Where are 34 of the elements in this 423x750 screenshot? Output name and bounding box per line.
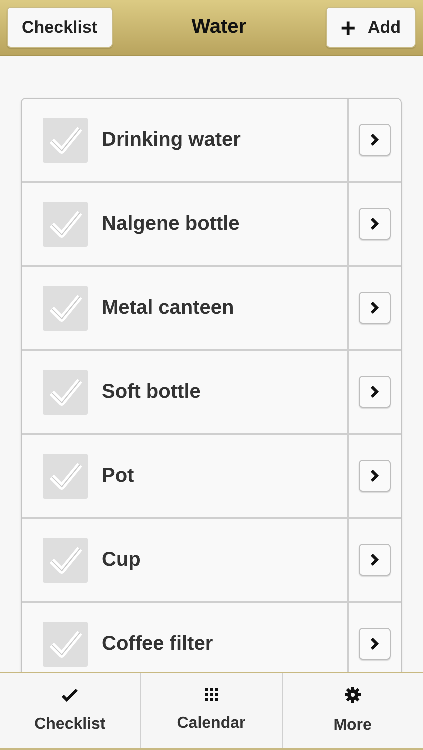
chevron-icon (370, 638, 380, 650)
chevron-icon (370, 386, 380, 398)
back-button[interactable]: Checklist (7, 7, 113, 48)
detail-button[interactable] (359, 376, 391, 408)
detail-button[interactable] (359, 628, 391, 660)
checkbox[interactable] (43, 622, 88, 666)
checkbox[interactable] (43, 202, 88, 246)
gear-icon (344, 686, 361, 702)
grid-icon (204, 688, 218, 701)
detail-button[interactable] (359, 544, 391, 576)
checkbox[interactable] (43, 286, 88, 330)
item-label: Coffee filter (102, 632, 214, 656)
detail-button[interactable] (359, 208, 391, 240)
chevron-icon (370, 218, 380, 230)
checkbox[interactable] (43, 370, 88, 414)
chevron-icon (370, 134, 380, 146)
screen-title: Water (192, 16, 247, 39)
item-label: Soft bottle (102, 380, 201, 404)
item-label: Cup (102, 548, 141, 572)
chevron-icon (370, 470, 380, 482)
checkbox[interactable] (43, 118, 88, 162)
item-label: Nalgene bottle (102, 212, 240, 236)
checkbox[interactable] (43, 454, 88, 498)
detail-button[interactable] (359, 460, 391, 492)
chevron-icon (370, 302, 380, 314)
item-label: Pot (102, 464, 134, 488)
checkbox[interactable] (43, 538, 88, 582)
add-button[interactable]: + Add (326, 7, 416, 48)
checkmark-icon (62, 688, 78, 702)
item-label: Metal canteen (102, 296, 234, 320)
detail-button[interactable] (359, 124, 391, 156)
item-label: Drinking water (102, 128, 241, 152)
detail-button[interactable] (359, 292, 391, 324)
chevron-icon (370, 554, 380, 566)
